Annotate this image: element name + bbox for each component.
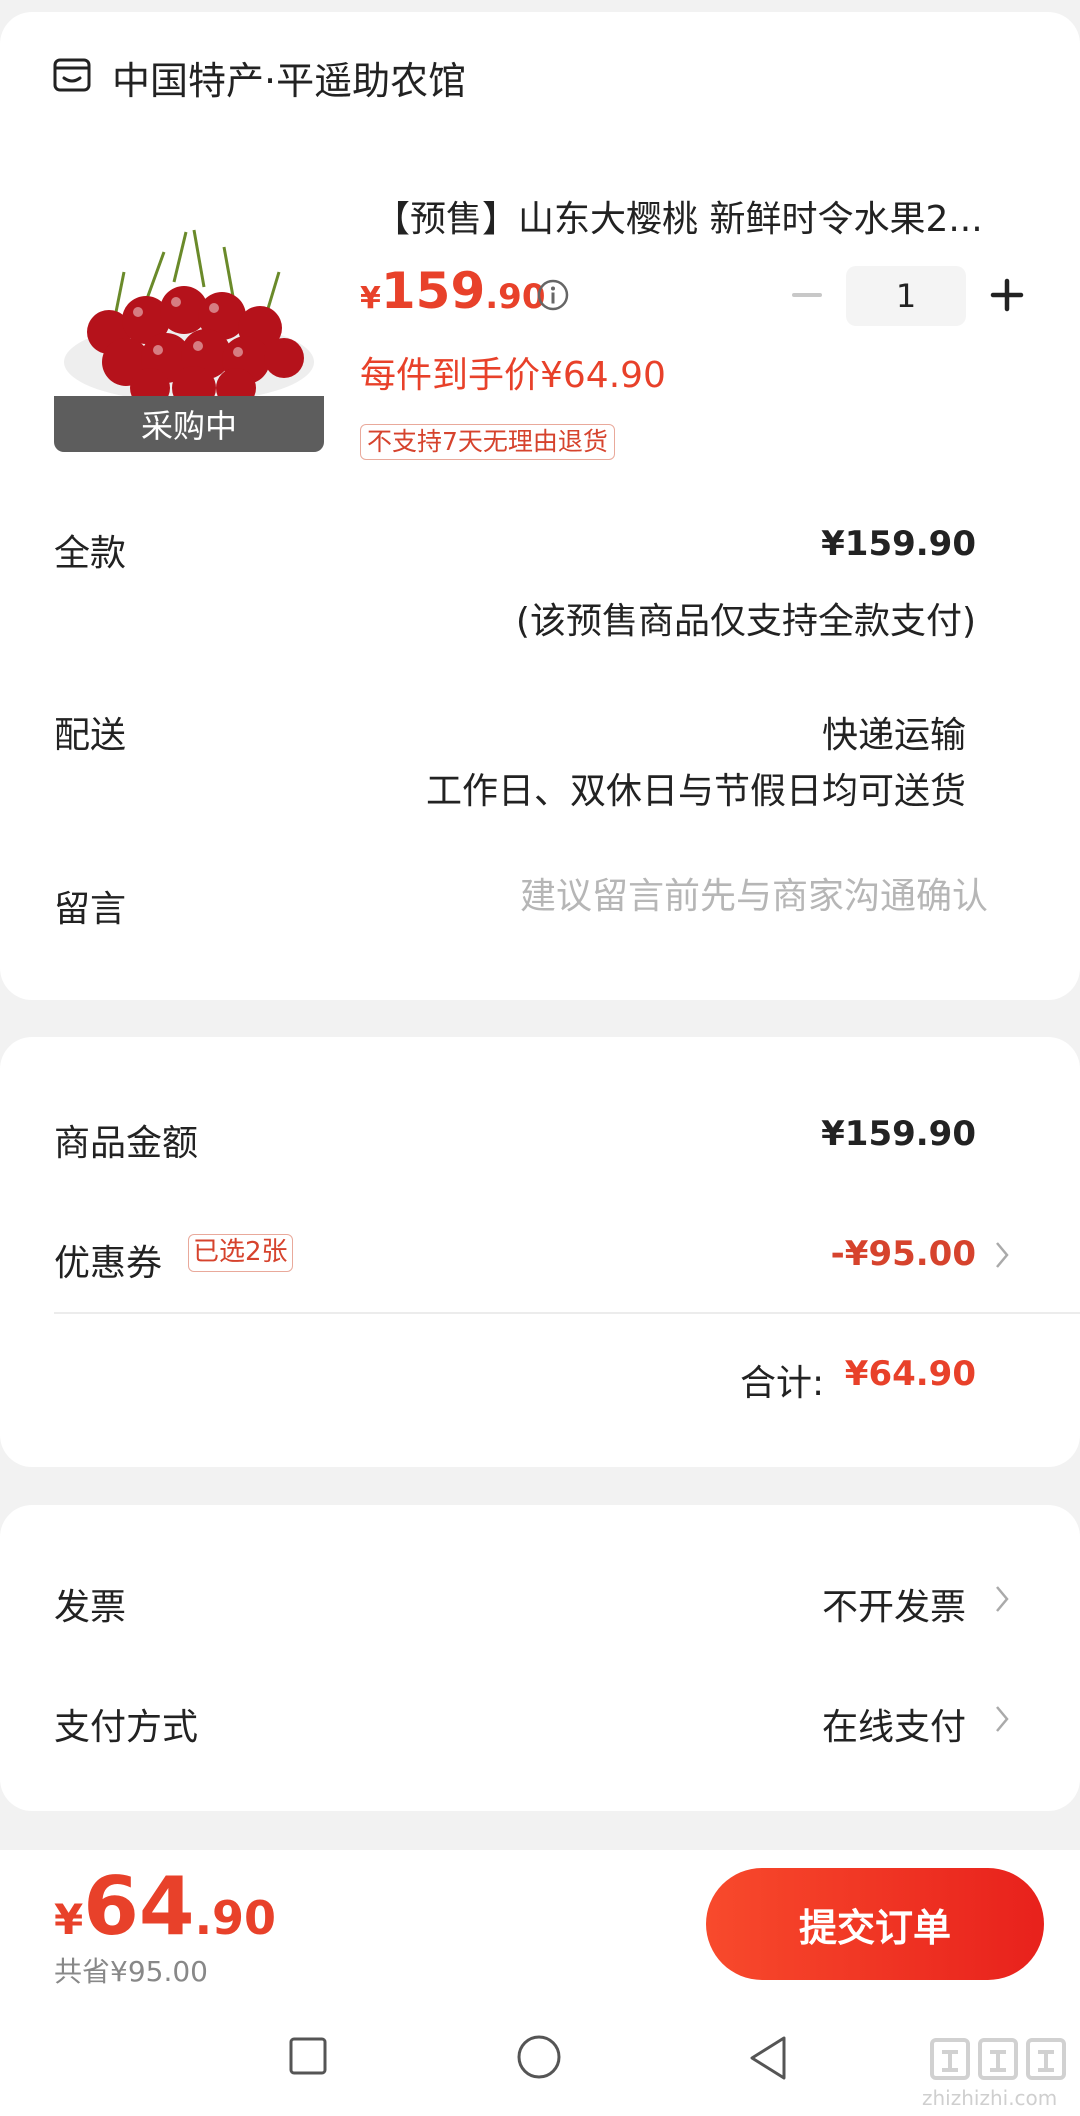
total-value: ¥64.90 — [844, 1354, 976, 1394]
payment-method-value[interactable]: 在线支付 — [822, 1698, 966, 1750]
chevron-right-icon[interactable] — [994, 1584, 1010, 1614]
quantity-input[interactable]: 1 — [846, 266, 966, 326]
final-price-symbol: ¥ — [54, 1895, 84, 1944]
submit-order-button[interactable]: 提交订单 — [706, 1868, 1044, 1980]
no-return-tag: 不支持7天无理由退货 — [360, 424, 615, 460]
goods-amount-label: 商品金额 — [54, 1123, 199, 1164]
coupon-discount-value[interactable]: -¥95.00 — [831, 1234, 976, 1274]
purchasing-badge: 采购中 — [54, 396, 324, 452]
final-price-decimal: .90 — [194, 1891, 277, 1945]
full-payment-value: ¥159.90 — [821, 524, 976, 564]
watermark-text: zhizhizhi.com — [922, 2086, 1058, 2110]
full-payment-note: (该预售商品仅支持全款支付) — [515, 601, 976, 642]
invoice-value[interactable]: 不开发票 — [822, 1578, 966, 1630]
coupon-selected-badge: 已选2张 — [188, 1234, 293, 1272]
chevron-right-icon[interactable] — [994, 1240, 1010, 1270]
delivery-note: 工作日、双休日与节假日均可送货 — [425, 771, 966, 812]
message-label: 留言 — [54, 889, 127, 930]
payment-method-label[interactable]: 支付方式 — [54, 1698, 198, 1750]
coupon-label[interactable]: 优惠券 — [54, 1234, 162, 1286]
product-title[interactable]: 【预售】山东大樱桃 新鲜时令水果2... — [374, 190, 1024, 242]
price-integer: 159 — [380, 262, 486, 320]
recent-apps-icon[interactable] — [288, 2036, 328, 2076]
chevron-right-icon[interactable] — [994, 1704, 1010, 1734]
final-price: ¥64.90 — [54, 1860, 276, 1953]
home-icon[interactable] — [516, 2034, 562, 2080]
message-input[interactable] — [448, 876, 988, 917]
unit-price: 每件到手价¥64.90 — [360, 355, 666, 396]
info-icon[interactable] — [536, 278, 570, 312]
quantity-minus-button[interactable] — [788, 276, 826, 314]
product-thumbnail[interactable]: 采购中 — [54, 212, 324, 452]
shop-icon — [53, 58, 91, 92]
delivery-label: 配送 — [54, 715, 127, 756]
delivery-method: 快递运输 — [821, 715, 966, 756]
goods-amount-value: ¥159.90 — [821, 1114, 976, 1154]
total-label: 合计: — [740, 1363, 825, 1404]
order-card — [0, 12, 1080, 1000]
invoice-label[interactable]: 发票 — [54, 1578, 126, 1630]
watermark-logo-icon — [930, 2038, 1066, 2080]
final-price-integer: 64 — [83, 1860, 195, 1953]
price-symbol: ¥ — [360, 281, 381, 316]
full-payment-label: 全款 — [54, 533, 127, 574]
quantity-plus-button[interactable] — [988, 276, 1026, 314]
total-saved: 共省¥95.00 — [54, 1955, 208, 1988]
divider — [54, 1312, 1080, 1314]
shop-name[interactable]: 中国特产·平遥助农馆 — [112, 50, 466, 105]
invoice-card — [0, 1505, 1080, 1811]
back-icon[interactable] — [746, 2034, 790, 2082]
product-price: ¥159.90 — [360, 262, 545, 320]
